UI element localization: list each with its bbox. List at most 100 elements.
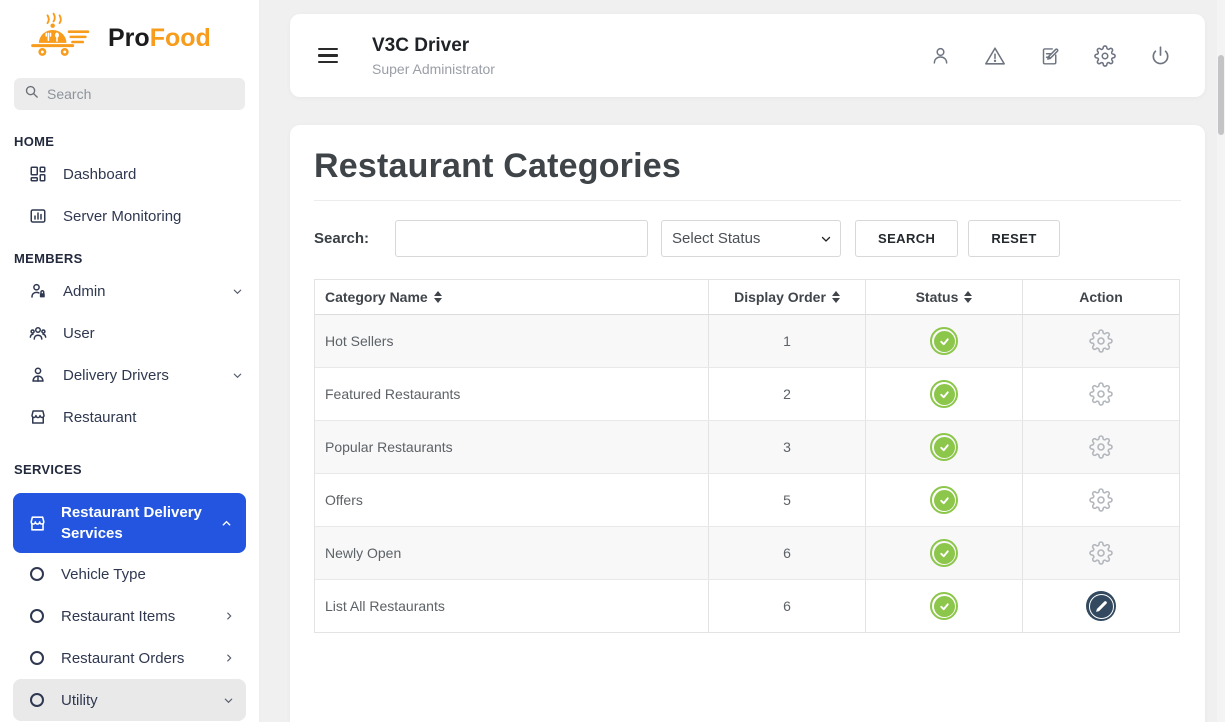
sidebar-item-utility[interactable]: Utility: [13, 679, 246, 721]
sidebar-item-label: User: [63, 325, 243, 342]
status-active-badge[interactable]: [930, 327, 958, 355]
status-select[interactable]: Select Status: [661, 220, 841, 257]
status-active-badge[interactable]: [930, 433, 958, 461]
profood-logo-icon: [20, 10, 106, 67]
category-search-input[interactable]: [395, 220, 648, 257]
action-settings-button[interactable]: [1089, 435, 1113, 459]
status-select-wrap: Select Status: [661, 220, 841, 257]
app-title: V3C Driver: [372, 35, 495, 57]
display-order-cell: 6: [709, 527, 866, 579]
main-content: Restaurant Categories Search: Select Sta…: [290, 125, 1205, 722]
sidebar-item-vehicle-type[interactable]: Vehicle Type: [13, 553, 246, 595]
status-active-badge[interactable]: [930, 539, 958, 567]
sort-icon: [832, 291, 840, 303]
report-edit-icon[interactable]: [1031, 37, 1069, 75]
table-row: Hot Sellers 1: [315, 315, 1179, 368]
storefront-icon: [28, 514, 47, 533]
search-button[interactable]: SEARCH: [855, 220, 958, 257]
category-name-cell: Hot Sellers: [315, 315, 709, 367]
sidebar-item-label: Restaurant Orders: [61, 650, 207, 667]
radio-circle-icon: [30, 693, 44, 707]
sidebar-search-input[interactable]: [47, 86, 217, 102]
app-window: ProFood HOME Dashboard: [0, 0, 1225, 722]
category-name-cell: Newly Open: [315, 527, 709, 579]
power-icon[interactable]: [1141, 37, 1179, 75]
display-order-cell: 6: [709, 580, 866, 632]
status-active-badge[interactable]: [930, 380, 958, 408]
action-settings-button[interactable]: [1089, 329, 1113, 353]
chevron-right-icon: [224, 611, 234, 621]
sidebar-search[interactable]: [14, 78, 245, 110]
sidebar-item-server-monitoring[interactable]: Server Monitoring: [0, 195, 259, 237]
page-title: Restaurant Categories: [314, 125, 1181, 201]
sidebar-item-label: Restaurant Delivery Services: [61, 502, 207, 544]
column-header-display-order[interactable]: Display Order: [709, 280, 866, 314]
action-edit-button[interactable]: [1086, 591, 1116, 621]
brand-name: ProFood: [108, 24, 211, 53]
sidebar-item-restaurant-delivery-services[interactable]: Restaurant Delivery Services: [13, 493, 246, 553]
filter-toolbar: Search: Select Status SEARCH RESET: [314, 220, 1181, 257]
sidebar-item-admin[interactable]: Admin: [0, 270, 259, 312]
radio-circle-icon: [30, 651, 44, 665]
action-settings-button[interactable]: [1089, 488, 1113, 512]
sidebar: ProFood HOME Dashboard: [0, 0, 260, 722]
table-row: Popular Restaurants 3: [315, 421, 1179, 474]
column-header-category-name[interactable]: Category Name: [315, 280, 709, 314]
settings-icon[interactable]: [1086, 37, 1124, 75]
section-members-label: MEMBERS: [14, 251, 245, 266]
status-active-badge[interactable]: [930, 486, 958, 514]
sidebar-item-label: Restaurant Items: [61, 608, 207, 625]
display-order-cell: 1: [709, 315, 866, 367]
radio-circle-icon: [30, 567, 44, 581]
display-order-cell: 5: [709, 474, 866, 526]
sort-icon: [434, 291, 442, 303]
sidebar-item-label: Server Monitoring: [63, 208, 243, 225]
sidebar-item-label: Vehicle Type: [61, 566, 234, 583]
search-label: Search:: [314, 230, 369, 247]
storefront-icon: [28, 408, 47, 427]
sidebar-item-restaurant-orders[interactable]: Restaurant Orders: [13, 637, 246, 679]
chevron-down-icon: [223, 695, 234, 706]
category-name-cell: Popular Restaurants: [315, 421, 709, 473]
reset-button[interactable]: RESET: [968, 220, 1059, 257]
category-name-cell: List All Restaurants: [315, 580, 709, 632]
category-name-cell: Featured Restaurants: [315, 368, 709, 420]
user-role-subtitle: Super Administrator: [372, 61, 495, 77]
search-icon: [24, 84, 39, 104]
sidebar-item-restaurant[interactable]: Restaurant: [0, 396, 259, 438]
top-header-bar: V3C Driver Super Administrator: [290, 14, 1205, 97]
sidebar-item-label: Restaurant: [63, 409, 243, 426]
page-scrollbar[interactable]: [1217, 0, 1225, 722]
header-title-block: V3C Driver Super Administrator: [372, 35, 495, 77]
category-name-cell: Offers: [315, 474, 709, 526]
header-actions: [921, 37, 1179, 75]
dashboard-icon: [28, 165, 47, 184]
sidebar-item-label: Dashboard: [63, 166, 243, 183]
scrollbar-thumb[interactable]: [1218, 55, 1224, 135]
sidebar-item-label: Delivery Drivers: [63, 367, 216, 384]
sidebar-item-label: Utility: [61, 692, 206, 709]
menu-toggle-button[interactable]: [318, 44, 338, 68]
brand-logo[interactable]: ProFood: [0, 0, 259, 68]
alert-triangle-icon[interactable]: [976, 37, 1014, 75]
admin-lock-icon: [28, 282, 47, 301]
action-settings-button[interactable]: [1089, 541, 1113, 565]
sidebar-item-dashboard[interactable]: Dashboard: [0, 153, 259, 195]
chevron-up-icon: [221, 518, 232, 529]
display-order-cell: 2: [709, 368, 866, 420]
status-active-badge[interactable]: [930, 592, 958, 620]
chevron-right-icon: [224, 653, 234, 663]
sidebar-item-delivery-drivers[interactable]: Delivery Drivers: [0, 354, 259, 396]
sidebar-item-user[interactable]: User: [0, 312, 259, 354]
sort-icon: [964, 291, 972, 303]
sidebar-item-restaurant-items[interactable]: Restaurant Items: [13, 595, 246, 637]
sidebar-item-label: Admin: [63, 283, 216, 300]
section-services-label: SERVICES: [14, 462, 245, 477]
column-header-status[interactable]: Status: [866, 280, 1023, 314]
user-icon[interactable]: [921, 37, 959, 75]
delivery-driver-icon: [28, 366, 47, 385]
column-header-action: Action: [1023, 280, 1179, 314]
chevron-down-icon: [232, 286, 243, 297]
action-settings-button[interactable]: [1089, 382, 1113, 406]
categories-table: Category Name Display Order Status Actio…: [314, 279, 1180, 633]
